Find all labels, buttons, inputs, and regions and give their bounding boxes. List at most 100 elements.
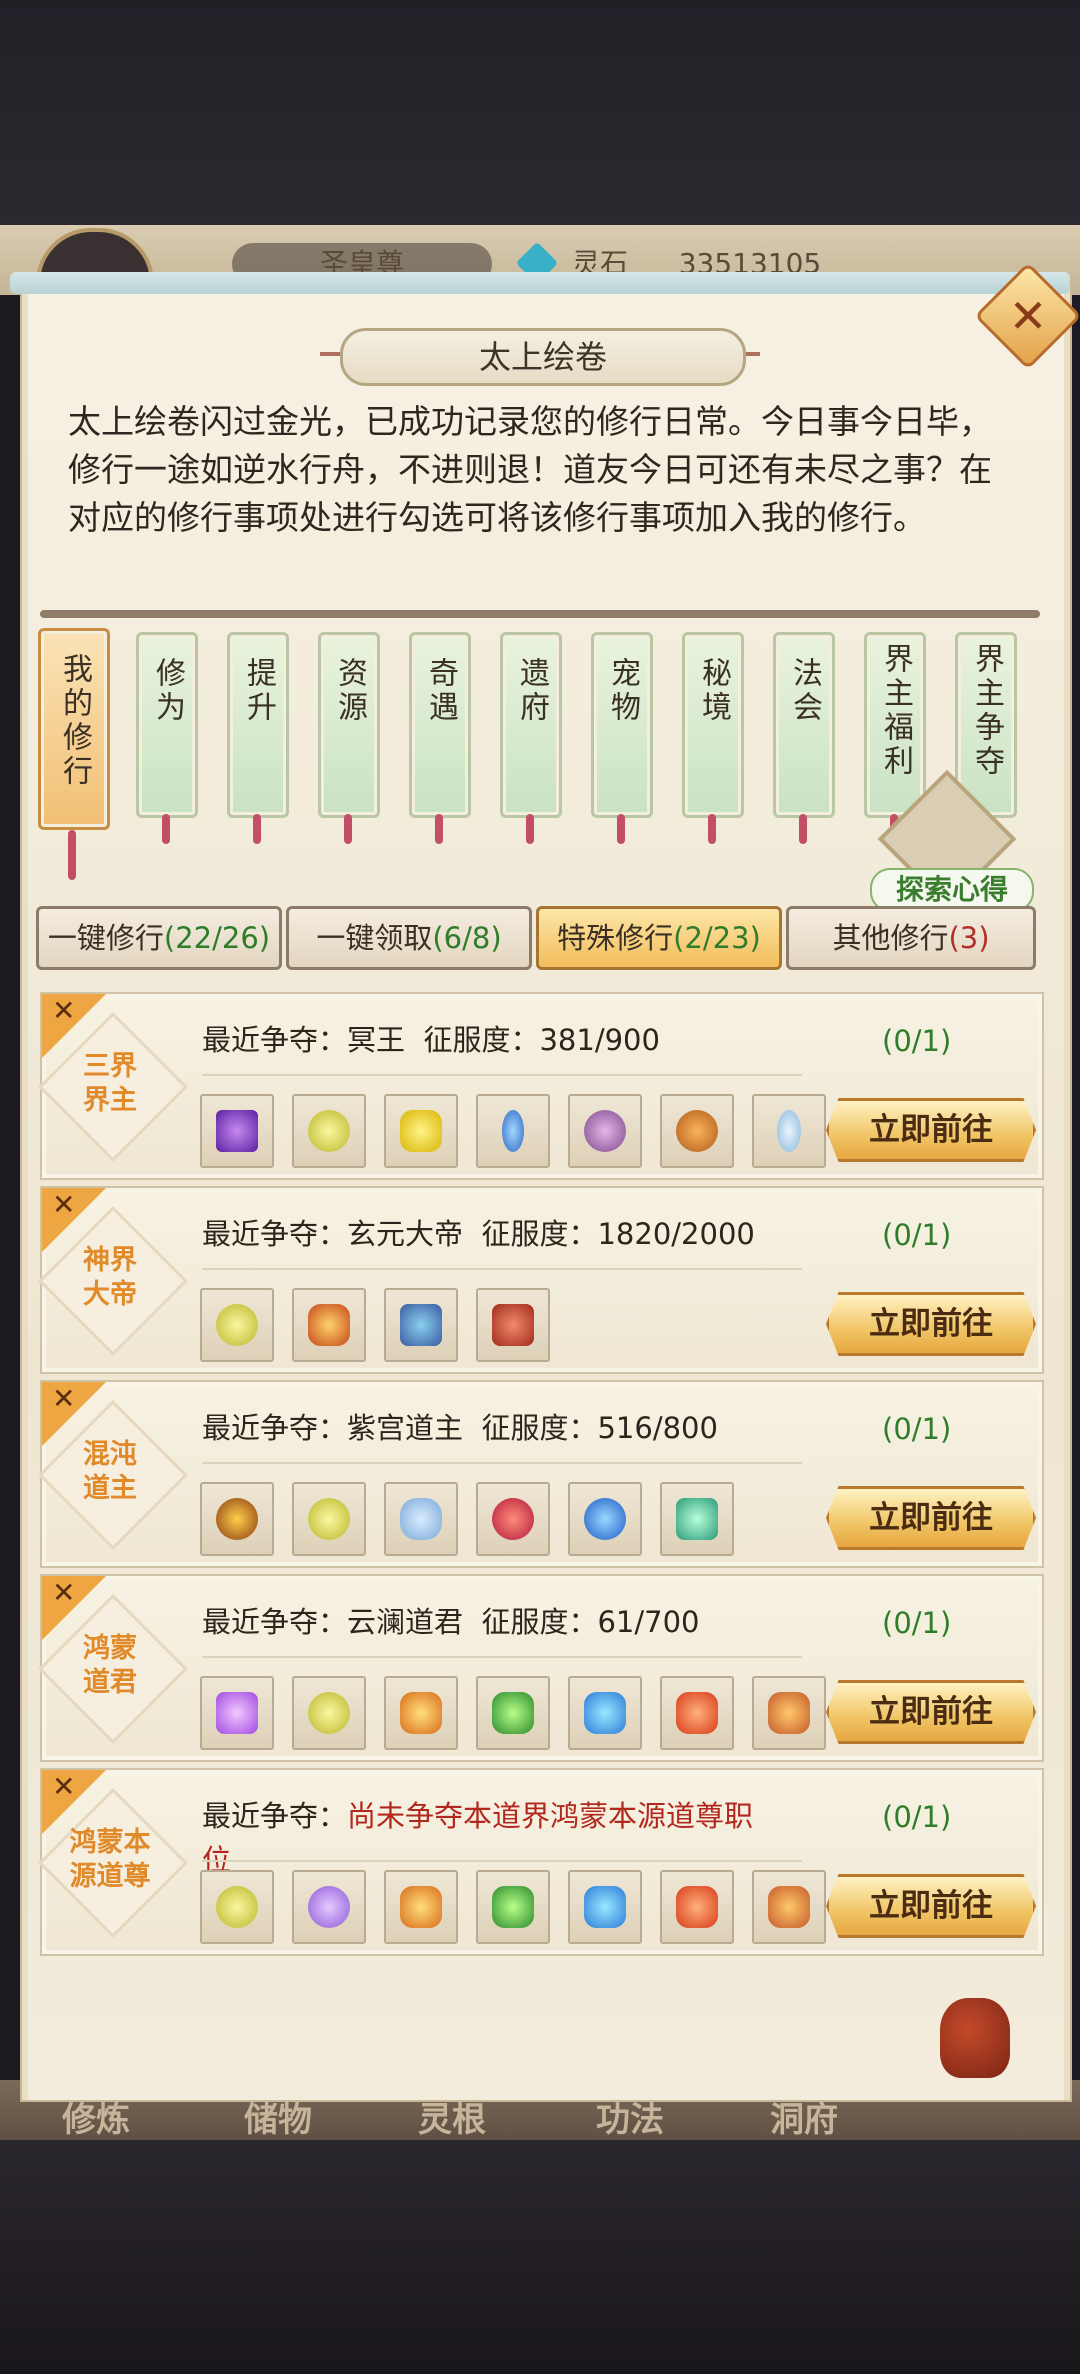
tassel bbox=[162, 814, 170, 844]
reward-item[interactable] bbox=[200, 1094, 274, 1168]
reward-item[interactable] bbox=[568, 1482, 642, 1556]
reward-item[interactable] bbox=[384, 1676, 458, 1750]
reward-item[interactable] bbox=[292, 1094, 366, 1168]
task-card: ✕ 鸿蒙本源道尊 最近争夺：尚未争夺本道界鸿蒙本源道尊职位 (0/1) 立即前往 bbox=[38, 1768, 1044, 1956]
go-now-button[interactable]: 立即前往 bbox=[826, 1486, 1036, 1550]
divider bbox=[202, 1860, 802, 1862]
reward-item[interactable] bbox=[384, 1288, 458, 1362]
reward-item[interactable] bbox=[200, 1870, 274, 1944]
tassel bbox=[708, 814, 716, 844]
reward-item[interactable] bbox=[660, 1094, 734, 1168]
tab-one-key-claim[interactable]: 一键领取(6/8) bbox=[286, 906, 532, 970]
reward-item[interactable] bbox=[476, 1288, 550, 1362]
banner-secret-realm[interactable]: 秘境 bbox=[682, 632, 744, 818]
bottom-backdrop bbox=[0, 2140, 1080, 2374]
tassel bbox=[344, 814, 352, 844]
banner-cultivation[interactable]: 修为 bbox=[136, 632, 198, 818]
reward-item[interactable] bbox=[660, 1676, 734, 1750]
reward-item[interactable] bbox=[660, 1870, 734, 1944]
tassel bbox=[799, 814, 807, 844]
banner-my-practice[interactable]: 我的修行 bbox=[38, 628, 110, 830]
task-progress: (0/1) bbox=[882, 1412, 952, 1446]
recent-contest: 最近争夺：尚未争夺本道界鸿蒙本源道尊职位 bbox=[202, 1799, 754, 1877]
recent-contest: 最近争夺：玄元大帝 征服度：1820/2000 bbox=[202, 1217, 755, 1251]
reward-item[interactable] bbox=[292, 1288, 366, 1362]
task-progress: (0/1) bbox=[882, 1606, 952, 1640]
reward-item[interactable] bbox=[752, 1870, 826, 1944]
reward-list bbox=[200, 1870, 826, 1944]
panel-title: 太上绘卷 bbox=[340, 328, 746, 386]
reward-item[interactable] bbox=[752, 1676, 826, 1750]
banner-lord-benefits[interactable]: 界主福利 bbox=[864, 632, 926, 818]
divider bbox=[202, 1656, 802, 1658]
divider bbox=[202, 1268, 802, 1270]
close-icon: ✕ bbox=[52, 994, 76, 1027]
scroll-roller bbox=[10, 272, 1070, 294]
panel-description: 太上绘卷闪过金光，已成功记录您的修行日常。今日事今日毕，修行一途如逆水行舟，不进… bbox=[68, 402, 992, 537]
tab-one-key-practice[interactable]: 一键修行(22/26) bbox=[36, 906, 282, 970]
go-now-button[interactable]: 立即前往 bbox=[826, 1098, 1036, 1162]
reward-item[interactable] bbox=[476, 1676, 550, 1750]
reward-list bbox=[200, 1676, 826, 1750]
close-icon: ✕ bbox=[52, 1770, 76, 1803]
close-icon: ✕ bbox=[52, 1576, 76, 1609]
task-progress: (0/1) bbox=[882, 1024, 952, 1058]
top-backdrop bbox=[0, 0, 1080, 225]
close-icon: ✕ bbox=[52, 1188, 76, 1221]
reward-item[interactable] bbox=[476, 1094, 550, 1168]
badge-label: 三界界主 bbox=[83, 1051, 137, 1116]
recent-contest: 最近争夺：云澜道君 征服度：61/700 bbox=[202, 1605, 700, 1639]
tassel bbox=[617, 814, 625, 844]
go-now-button[interactable]: 立即前往 bbox=[826, 1292, 1036, 1356]
close-icon: ✕ bbox=[1008, 289, 1048, 343]
reward-item[interactable] bbox=[568, 1676, 642, 1750]
close-icon: ✕ bbox=[52, 1382, 76, 1415]
wine-jar-decoration bbox=[940, 1998, 1010, 2078]
banner-ruins[interactable]: 遗府 bbox=[500, 632, 562, 818]
banner-upgrade[interactable]: 提升 bbox=[227, 632, 289, 818]
reward-item[interactable] bbox=[568, 1870, 642, 1944]
divider bbox=[202, 1074, 802, 1076]
reward-item[interactable] bbox=[200, 1288, 274, 1362]
task-card: ✕ 三界界主 最近争夺：冥王 征服度：381/900 (0/1) 立即前往 bbox=[38, 992, 1044, 1180]
reward-item[interactable] bbox=[752, 1094, 826, 1168]
reward-list bbox=[200, 1482, 734, 1556]
reward-item[interactable] bbox=[660, 1482, 734, 1556]
badge-label: 混沌道主 bbox=[83, 1439, 137, 1504]
recent-contest: 最近争夺：紫宫道主 征服度：516/800 bbox=[202, 1411, 718, 1445]
banner-resources[interactable]: 资源 bbox=[318, 632, 380, 818]
reward-item[interactable] bbox=[292, 1870, 366, 1944]
reward-item[interactable] bbox=[292, 1676, 366, 1750]
recent-contest: 最近争夺：冥王 征服度：381/900 bbox=[202, 1023, 660, 1057]
banner-encounter[interactable]: 奇遇 bbox=[409, 632, 471, 818]
go-now-button[interactable]: 立即前往 bbox=[826, 1680, 1036, 1744]
task-card: ✕ 神界大帝 最近争夺：玄元大帝 征服度：1820/2000 (0/1) 立即前… bbox=[38, 1186, 1044, 1374]
reward-item[interactable] bbox=[384, 1482, 458, 1556]
reward-item[interactable] bbox=[200, 1482, 274, 1556]
task-progress: (0/1) bbox=[882, 1800, 952, 1834]
tassel bbox=[435, 814, 443, 844]
reward-item[interactable] bbox=[384, 1094, 458, 1168]
reward-item[interactable] bbox=[568, 1094, 642, 1168]
reward-item[interactable] bbox=[476, 1482, 550, 1556]
badge-label: 鸿蒙道君 bbox=[83, 1633, 137, 1698]
reward-item[interactable] bbox=[476, 1870, 550, 1944]
go-now-button[interactable]: 立即前往 bbox=[826, 1874, 1036, 1938]
task-card: ✕ 混沌道主 最近争夺：紫宫道主 征服度：516/800 (0/1) 立即前往 bbox=[38, 1380, 1044, 1568]
task-progress: (0/1) bbox=[882, 1218, 952, 1252]
tassel bbox=[68, 830, 76, 880]
task-card: ✕ 鸿蒙道君 最近争夺：云澜道君 征服度：61/700 (0/1) 立即前往 bbox=[38, 1574, 1044, 1762]
banner-pets[interactable]: 宠物 bbox=[591, 632, 653, 818]
divider bbox=[202, 1462, 802, 1464]
reward-item[interactable] bbox=[200, 1676, 274, 1750]
reward-list bbox=[200, 1094, 826, 1168]
tab-special-practice[interactable]: 特殊修行(2/23) bbox=[536, 906, 782, 970]
reward-item[interactable] bbox=[292, 1482, 366, 1556]
tab-other-practice[interactable]: 其他修行(3) bbox=[786, 906, 1036, 970]
reward-item[interactable] bbox=[384, 1870, 458, 1944]
badge-label: 鸿蒙本源道尊 bbox=[69, 1827, 151, 1892]
banner-dharma-assembly[interactable]: 法会 bbox=[773, 632, 835, 818]
tassel bbox=[526, 814, 534, 844]
tassel bbox=[253, 814, 261, 844]
banner-rail bbox=[40, 610, 1040, 618]
